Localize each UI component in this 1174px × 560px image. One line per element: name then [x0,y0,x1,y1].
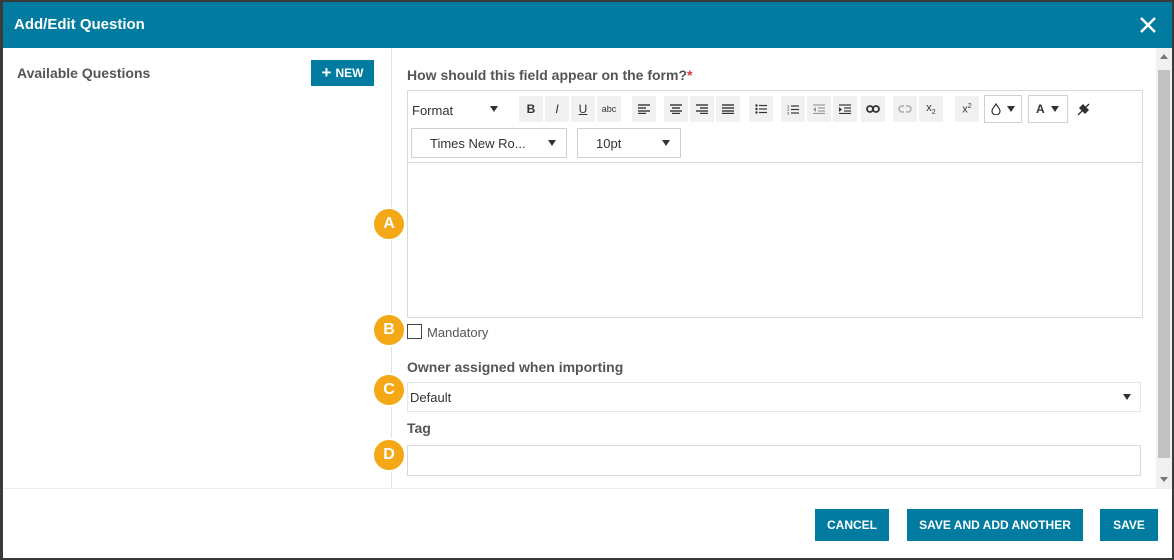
font-family-dropdown[interactable]: Times New Ro... [411,128,567,158]
align-center-icon[interactable] [663,95,689,123]
editor-toolbar: Format B I U abc 1 2 3 x2 x2 A Times New… [408,91,1142,163]
chevron-down-icon [490,106,498,112]
strikethrough-icon[interactable]: abc [596,95,622,123]
superscript-icon[interactable]: x2 [954,95,980,123]
badge-b: B [372,313,406,347]
align-justify-icon[interactable] [715,95,741,123]
available-questions-panel: Available Questions + NEW [3,48,392,488]
list-indent-group: 123 [780,95,858,123]
underline-icon[interactable]: U [570,95,596,123]
editor-content-area[interactable] [408,164,1142,317]
chevron-down-icon [1051,106,1059,112]
font-color-icon: A [1036,102,1045,116]
dialog-title: Add/Edit Question [14,16,145,33]
fill-color-icon [991,103,1001,115]
new-button-label: NEW [335,66,364,80]
bullet-group [748,95,774,123]
appear-label-text: How should this field appear on the form… [407,67,688,83]
format-dropdown-label: Format [412,102,454,118]
font-family-label: Times New Ro... [430,135,526,151]
dialog-titlebar: Add/Edit Question [3,2,1172,48]
badge-a: A [372,207,406,241]
link-group [860,95,886,123]
indent-icon[interactable] [832,95,858,123]
owner-select-value: Default [410,389,452,405]
clear-format-icon[interactable] [1070,95,1096,123]
scrollbar[interactable] [1156,48,1172,488]
align-left-group [631,95,657,123]
mandatory-checkbox[interactable] [407,324,422,339]
chevron-down-icon [1123,394,1131,400]
plus-icon: + [321,62,332,82]
add-edit-question-dialog: Add/Edit Question Available Questions + … [3,2,1172,558]
dialog-footer: CANCEL SAVE AND ADD ANOTHER SAVE [3,488,1172,558]
tag-input[interactable] [407,445,1141,476]
svg-text:3: 3 [787,110,790,115]
question-form: How should this field appear on the form… [372,48,1156,488]
new-question-button[interactable]: + NEW [311,60,374,86]
available-questions-label: Available Questions [17,65,151,81]
subscript-icon[interactable]: x2 [918,95,944,123]
clear-format-group [1070,95,1096,123]
required-mark: * [687,67,693,83]
bullet-list-icon[interactable] [748,95,774,123]
font-color-dropdown[interactable]: A [1028,95,1068,123]
unlink-icon[interactable] [892,95,918,123]
close-icon[interactable] [1139,16,1157,34]
align-right-icon[interactable] [689,95,715,123]
unlink-group: x2 [892,95,944,123]
chevron-down-icon [548,140,556,146]
scroll-up-icon[interactable] [1160,54,1168,59]
text-style-group: B I U abc [518,95,622,123]
link-icon[interactable] [860,95,886,123]
format-dropdown[interactable]: Format [408,95,508,125]
align-group [663,95,741,123]
chevron-down-icon [1007,106,1015,112]
font-size-label: 10pt [596,135,622,151]
outdent-icon[interactable] [806,95,832,123]
cancel-button[interactable]: CANCEL [815,509,889,541]
bold-icon[interactable]: B [518,95,544,123]
mandatory-label: Mandatory [427,325,489,340]
scroll-down-icon[interactable] [1160,477,1168,482]
scrollbar-thumb[interactable] [1158,70,1170,458]
align-left-icon[interactable] [631,95,657,123]
owner-select[interactable]: Default [407,382,1141,412]
fill-color-dropdown[interactable] [984,95,1022,123]
tag-label: Tag [407,420,431,436]
numbered-list-icon[interactable]: 123 [780,95,806,123]
superscript-group: x2 [954,95,980,123]
rich-text-editor: Format B I U abc 1 2 3 x2 x2 A Times New… [407,90,1143,318]
save-button[interactable]: SAVE [1100,509,1158,541]
badge-c: C [372,373,406,407]
font-size-dropdown[interactable]: 10pt [577,128,681,158]
appear-label: How should this field appear on the form… [407,67,692,83]
save-and-add-another-button[interactable]: SAVE AND ADD ANOTHER [907,509,1083,541]
italic-icon[interactable]: I [544,95,570,123]
owner-label: Owner assigned when importing [407,359,624,375]
chevron-down-icon [662,140,670,146]
badge-d: D [372,438,406,472]
